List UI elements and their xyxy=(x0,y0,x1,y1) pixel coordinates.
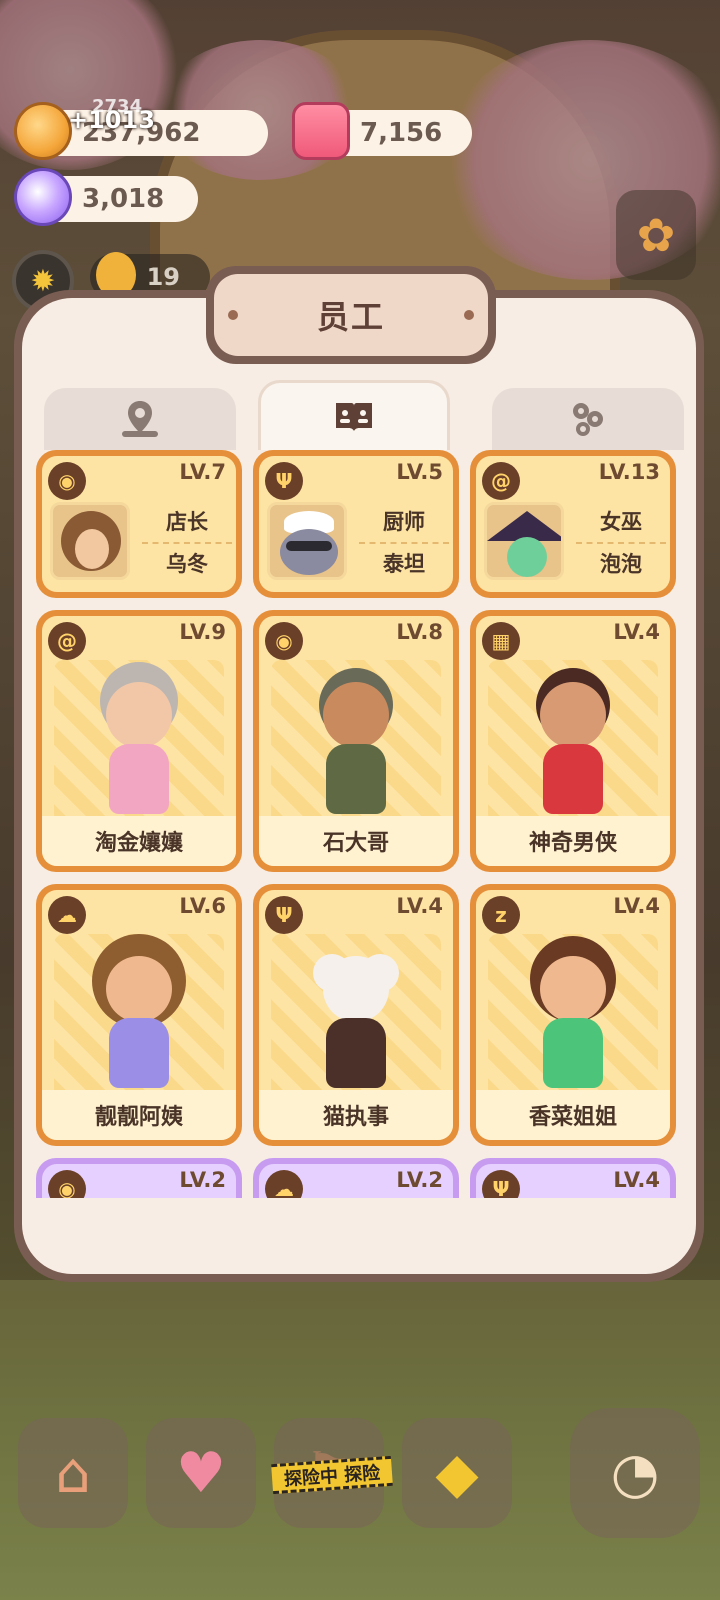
character-art xyxy=(271,934,441,1098)
staff-name: 神奇男侠 xyxy=(476,816,670,866)
staff-card[interactable]: Ψ LV.4 猫执事 xyxy=(253,884,459,1146)
rivet xyxy=(464,310,474,320)
swirl-icon: @ xyxy=(48,622,86,660)
level-label: LV.4 xyxy=(613,620,660,644)
character-art xyxy=(271,660,441,824)
staff-panel: ◉ LV.7 店长 乌冬 Ψ LV.5 厨师 泰坦 @ LV.13 女巫 泡泡 … xyxy=(14,290,704,1282)
rivet xyxy=(228,310,238,320)
staff-name: 靓靓阿姨 xyxy=(42,1090,236,1140)
level-label: LV.4 xyxy=(613,1168,660,1192)
candle-value: 7,156 xyxy=(360,118,443,148)
staff-count-value: 19 xyxy=(146,263,180,291)
staff-grid: ◉ LV.7 店长 乌冬 Ψ LV.5 厨师 泰坦 @ LV.13 女巫 泡泡 … xyxy=(36,450,686,1198)
staff-card-chef[interactable]: Ψ LV.5 厨师 泰坦 xyxy=(253,450,459,598)
panel-title: 员工 xyxy=(316,298,385,336)
cloud-icon: ☁ xyxy=(265,1170,303,1198)
portrait xyxy=(50,502,130,580)
level-label: LV.5 xyxy=(396,460,443,484)
pet-clock-icon: ◔ xyxy=(610,1440,660,1506)
staff-name: 石大哥 xyxy=(259,816,453,866)
staff-name: 猫执事 xyxy=(259,1090,453,1140)
settings-gear-button[interactable]: ✿ xyxy=(616,190,696,280)
divider xyxy=(576,542,666,544)
staff-card[interactable]: ◉ LV.2 xyxy=(36,1158,242,1198)
staff-card-manager[interactable]: ◉ LV.7 店长 乌冬 xyxy=(36,450,242,598)
staff-card[interactable]: Ψ LV.4 xyxy=(470,1158,676,1198)
tab-staff-book[interactable] xyxy=(258,380,450,450)
level-label: LV.6 xyxy=(179,894,226,918)
level-label: LV.7 xyxy=(179,460,226,484)
portrait xyxy=(484,502,564,580)
tab-location[interactable] xyxy=(44,388,236,450)
clapper-icon: ▦ xyxy=(482,622,520,660)
candle-icon xyxy=(292,102,350,160)
cloud-icon: ☁ xyxy=(48,896,86,934)
divider xyxy=(359,542,449,544)
fork-knife-icon: Ψ xyxy=(265,896,303,934)
level-label: LV.4 xyxy=(613,894,660,918)
level-label: LV.9 xyxy=(179,620,226,644)
level-label: LV.2 xyxy=(396,1168,443,1192)
mushroom-house-icon: ⌂ xyxy=(55,1440,91,1506)
character-art xyxy=(54,934,224,1098)
staff-card[interactable]: ▦ LV.4 神奇男侠 xyxy=(470,610,676,872)
divider xyxy=(142,542,232,544)
coin-icon xyxy=(14,102,72,160)
staff-card[interactable]: ☁ LV.6 靓靓阿姨 xyxy=(36,884,242,1146)
staff-card[interactable]: @ LV.9 淘金孃孃 xyxy=(36,610,242,872)
staff-name: 泰坦 xyxy=(383,552,425,576)
tab-relations[interactable] xyxy=(492,388,684,450)
portrait xyxy=(267,502,347,580)
staff-name: 泡泡 xyxy=(600,552,642,576)
staff-role: 女巫 xyxy=(600,510,642,534)
level-label: LV.13 xyxy=(598,460,660,484)
link-icon xyxy=(573,403,603,436)
staff-role: 厨师 xyxy=(383,510,425,534)
nav-house-button[interactable]: ⌂ xyxy=(18,1418,128,1528)
heart-notebook-icon: ♥ xyxy=(175,1440,227,1506)
swirl-icon: @ xyxy=(482,462,520,500)
level-label: LV.8 xyxy=(396,620,443,644)
staff-name: 乌冬 xyxy=(166,552,208,576)
book-icon xyxy=(336,402,372,431)
fork-knife-icon: Ψ xyxy=(265,462,303,500)
staff-role: 店长 xyxy=(166,510,208,534)
staff-card[interactable]: ☁ LV.2 xyxy=(253,1158,459,1198)
gem-counter[interactable]: 3,018 xyxy=(14,168,198,226)
shop-bag-icon: ◆ xyxy=(435,1440,479,1506)
bun-icon: ◉ xyxy=(48,462,86,500)
staff-card-witch[interactable]: @ LV.13 女巫 泡泡 xyxy=(470,450,676,598)
nav-pet-button[interactable]: ◔ xyxy=(570,1408,700,1538)
gear-icon: ✿ xyxy=(636,208,676,262)
tab-bar xyxy=(44,380,684,450)
panel-title-plate: 员工 xyxy=(206,266,496,364)
character-art xyxy=(54,660,224,824)
level-label: LV.4 xyxy=(396,894,443,918)
staff-card[interactable]: ◉ LV.8 石大哥 xyxy=(253,610,459,872)
staff-card[interactable]: z LV.4 香菜姐姐 xyxy=(470,884,676,1146)
map-pin-icon xyxy=(122,401,158,437)
character-art xyxy=(488,660,658,824)
sleep-icon: z xyxy=(482,896,520,934)
staff-name: 淘金孃孃 xyxy=(42,816,236,866)
level-label: LV.2 xyxy=(179,1168,226,1192)
character-art xyxy=(488,934,658,1098)
candle-counter[interactable]: 7,156 xyxy=(292,102,472,160)
bun-icon: ◉ xyxy=(265,622,303,660)
fork-knife-icon: Ψ xyxy=(482,1170,520,1198)
bun-icon: ◉ xyxy=(48,1170,86,1198)
gem-value: 3,018 xyxy=(82,184,165,214)
nav-diary-button[interactable]: ♥ xyxy=(146,1418,256,1528)
gem-icon xyxy=(14,168,72,226)
coin-overlay-value: 2734 xyxy=(92,96,143,117)
nav-shop-button[interactable]: ◆ xyxy=(402,1418,512,1528)
staff-name: 香菜姐姐 xyxy=(476,1090,670,1140)
